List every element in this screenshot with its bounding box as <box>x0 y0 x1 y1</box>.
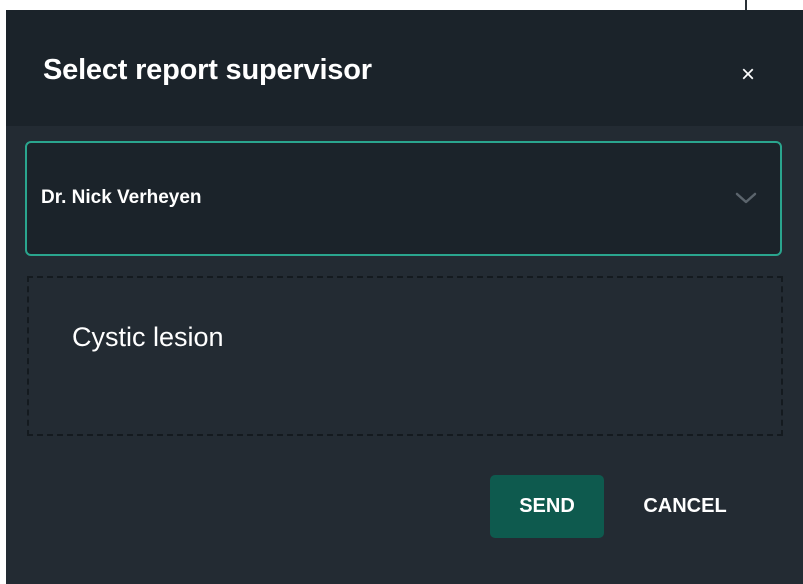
dialog-title: Select report supervisor <box>43 54 372 86</box>
supervisor-dialog: Select report supervisor × Dr. Nick Verh… <box>6 10 803 584</box>
supervisor-select[interactable]: Dr. Nick Verheyen <box>25 141 782 256</box>
send-button[interactable]: SEND <box>490 475 604 538</box>
close-icon: × <box>740 61 755 88</box>
report-note-text: Cystic lesion <box>72 322 224 352</box>
close-button[interactable]: × <box>733 60 763 90</box>
background-strip <box>0 0 803 10</box>
report-note-area[interactable]: Cystic lesion <box>27 276 783 436</box>
dialog-header: Select report supervisor × <box>6 10 803 126</box>
cancel-button[interactable]: CANCEL <box>624 475 746 538</box>
chevron-down-icon <box>735 192 757 204</box>
background-edge <box>745 0 747 10</box>
supervisor-select-value: Dr. Nick Verheyen <box>41 187 202 208</box>
